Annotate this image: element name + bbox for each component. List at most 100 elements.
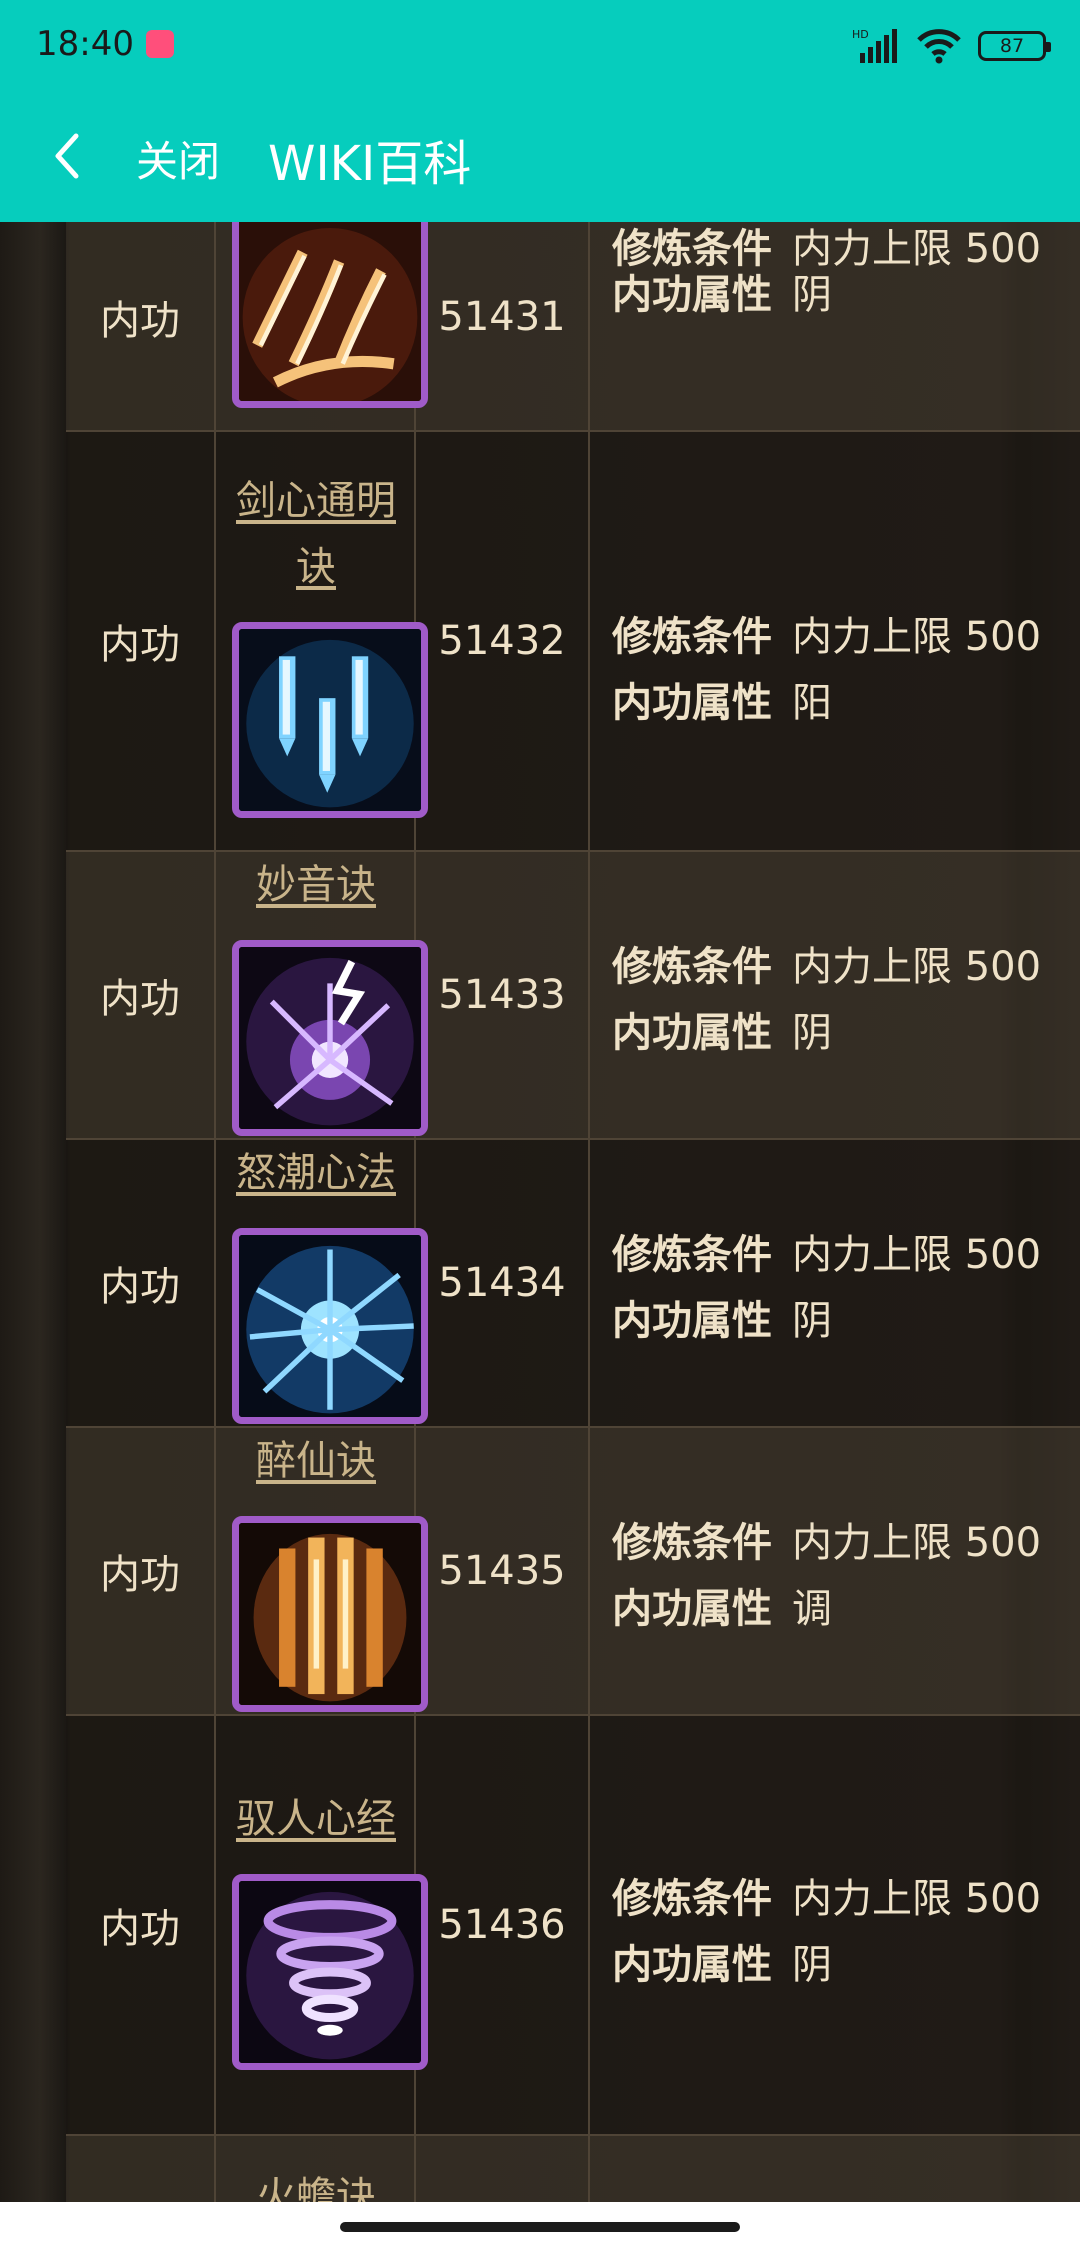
type-cell	[66, 2136, 216, 2202]
type-text: 内功	[100, 1552, 180, 1598]
attr-cell: 修炼条件 内力上限 500 内功属性调	[590, 1428, 1080, 1714]
attr-value: 阴	[792, 1298, 832, 1344]
signal-icon: HD	[852, 28, 897, 63]
attr-line: 内功属性阳	[612, 670, 832, 728]
attr-value: 阴	[792, 1942, 832, 1988]
attr-line: 内功属性调	[612, 1576, 832, 1634]
attr-key: 内功属性	[612, 1586, 772, 1632]
id-cell: 51434	[416, 1140, 590, 1426]
back-arrow-icon[interactable]	[48, 130, 88, 182]
attr-cell: 修炼条件 内力上限 500 内功属性阴	[590, 852, 1080, 1138]
attr-cell	[590, 2136, 1080, 2202]
table-row: 内功 剑心通明 诀 51432 修炼条件 内力上限 500 内功属性 阳	[66, 432, 1080, 852]
attr-key: 修炼条件	[612, 1520, 772, 1566]
golden-barrel-icon[interactable]	[232, 1516, 428, 1712]
home-gesture-handle[interactable]	[340, 2222, 740, 2232]
attr-line: 修炼条件 内力上限 500	[612, 1510, 1041, 1568]
attr-key: 内功属性	[612, 680, 772, 726]
id-cell: 51433	[416, 852, 590, 1138]
purple-vortex-icon[interactable]	[232, 1874, 428, 2070]
id-cell: 51435	[416, 1428, 590, 1714]
id-text: 51434	[438, 1260, 566, 1306]
id-text: 51431	[438, 294, 566, 340]
table-row: 内功 51431 修炼条件 内力上限 500 内功属性阴	[66, 222, 1080, 432]
attr-key: 修炼条件	[612, 1232, 772, 1278]
purple-burst-icon[interactable]	[232, 940, 428, 1136]
name-cell: 怒潮心法	[216, 1140, 428, 1426]
attr-key: 修炼条件	[612, 1876, 772, 1922]
attr-key: 内功属性	[612, 272, 772, 318]
type-cell: 内功	[66, 222, 216, 430]
attr-value: 内力上限 500	[792, 1876, 1042, 1922]
battery-level: 87	[999, 35, 1025, 57]
ice-swords-icon[interactable]	[232, 622, 428, 818]
page-title: WIKI百科	[268, 136, 472, 192]
attr-key: 内功属性	[612, 1942, 772, 1988]
type-cell: 内功	[66, 1428, 216, 1714]
attr-key: 内功属性	[612, 1010, 772, 1056]
id-cell: 51436	[416, 1716, 590, 2134]
attr-line: 修炼条件 内力上限 500	[612, 1866, 1041, 1924]
network-type-label: HD	[852, 28, 869, 41]
type-text: 内功	[100, 1264, 180, 1310]
blue-star-icon[interactable]	[232, 1228, 428, 1424]
attr-line: 内功属性阴	[612, 1000, 832, 1058]
attr-line: 修炼条件 内力上限 500	[612, 1222, 1041, 1280]
id-cell: 51431	[416, 222, 590, 430]
name-cell: 火蟾诀	[216, 2136, 416, 2202]
status-icons: HD 87	[852, 26, 1051, 66]
attr-value: 内力上限 500	[792, 944, 1042, 990]
table-row: 内功 妙音诀 51433 修炼条件 内力上限 500 内功属性阴	[66, 852, 1080, 1140]
table-row: 内功 驭人心经 51436 修炼条件 内力上限 500 内功属性 阴	[66, 1716, 1080, 2136]
name-cell	[216, 222, 428, 430]
skill-name-link[interactable]: 怒潮心法	[216, 1140, 416, 1206]
name-cell: 妙音诀	[216, 852, 428, 1138]
attr-line: 修炼条件 内力上限 500	[612, 934, 1041, 992]
skill-name-link[interactable]: 妙音诀	[216, 852, 416, 918]
skill-name-link[interactable]: 驭人心经	[216, 1786, 416, 1852]
name-cell: 剑心通明 诀	[216, 432, 428, 850]
type-text: 内功	[100, 1906, 180, 1952]
type-text: 内功	[100, 298, 180, 344]
notification-app-icon	[146, 30, 174, 58]
attr-line: 内功属性阴	[612, 1932, 832, 1990]
type-text: 内功	[100, 622, 180, 668]
wiki-content[interactable]: 内功 51431 修炼条件 内力上限 500 内功属性阴 内功 剑心通明 诀 5…	[0, 222, 1080, 2202]
attr-value: 调	[792, 1586, 832, 1632]
table-row: 火蟾诀	[66, 2136, 1080, 2202]
id-cell	[416, 2136, 590, 2202]
skill-name-link[interactable]: 火蟾诀	[216, 2164, 416, 2202]
skill-name-link[interactable]: 剑心通明 诀	[216, 468, 416, 600]
id-cell: 51432	[416, 432, 590, 850]
table-row: 内功 醉仙诀 51435 修炼条件 内力上限 500 内功属性 调	[66, 1428, 1080, 1716]
skill-name-line: 剑心通明	[236, 478, 396, 524]
id-text: 51432	[438, 618, 566, 664]
wifi-icon	[917, 29, 961, 64]
fire-claw-icon[interactable]	[232, 222, 428, 408]
status-bar: 18:40 HD 87	[0, 0, 1080, 90]
attr-line: 修炼条件 内力上限 500	[612, 604, 1041, 662]
attr-value: 内力上限 500	[792, 1520, 1042, 1566]
close-button[interactable]: 关闭	[136, 128, 220, 189]
skill-name-link[interactable]: 醉仙诀	[216, 1428, 416, 1494]
attr-cell: 修炼条件 内力上限 500 内功属性阴	[590, 222, 1080, 430]
attr-cell: 修炼条件 内力上限 500 内功属性阳	[590, 432, 1080, 850]
battery-icon: 87	[978, 31, 1051, 61]
attr-cell: 修炼条件 内力上限 500 内功属性阴	[590, 1716, 1080, 2134]
attr-line: 内功属性阴	[612, 262, 832, 320]
attr-key: 修炼条件	[612, 614, 772, 660]
type-cell: 内功	[66, 1140, 216, 1426]
type-cell: 内功	[66, 852, 216, 1138]
table-row: 内功 怒潮心法 51434 修炼条件 内力上限 500 内功属性阴	[66, 1140, 1080, 1428]
type-text: 内功	[100, 976, 180, 1022]
id-text: 51435	[438, 1548, 566, 1594]
status-time: 18:40	[36, 24, 134, 64]
name-cell: 驭人心经	[216, 1716, 428, 2134]
attr-value: 阴	[792, 272, 832, 318]
attr-value: 阴	[792, 1010, 832, 1056]
type-cell: 内功	[66, 1716, 216, 2134]
type-cell: 内功	[66, 432, 216, 850]
attr-value: 内力上限 500	[792, 1232, 1042, 1278]
attr-value: 阳	[792, 680, 832, 726]
navigation-bar	[0, 2202, 1080, 2248]
